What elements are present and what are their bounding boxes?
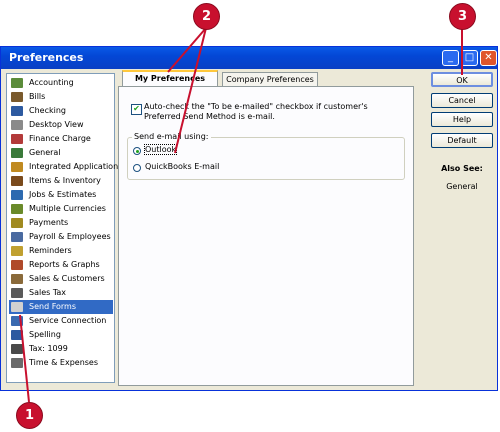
reports-graphs-icon — [11, 260, 23, 270]
checking-icon — [11, 106, 23, 116]
send-forms-icon — [11, 302, 23, 312]
payroll-icon — [11, 232, 23, 242]
reminders-icon — [11, 246, 23, 256]
sales-customers-icon — [11, 274, 23, 284]
sidebar-item-multiple-currencies[interactable]: Multiple Currencies — [9, 202, 113, 216]
outlook-radio[interactable] — [133, 147, 141, 155]
sidebar-item-reports-graphs[interactable]: Reports & Graphs — [9, 258, 113, 272]
sidebar-item-payments[interactable]: Payments — [9, 216, 113, 230]
preferences-category-list[interactable]: Accounting Bills Checking Desktop View F… — [6, 73, 122, 383]
service-connection-icon — [11, 316, 23, 326]
callout-3: 3 — [449, 3, 476, 30]
callout-2: 2 — [193, 3, 220, 30]
maximize-button[interactable]: □ — [461, 50, 478, 66]
desktop-view-icon — [11, 120, 23, 130]
sidebar-item-accounting[interactable]: Accounting — [9, 76, 113, 90]
window-title: Preferences — [9, 51, 84, 64]
title-bar: Preferences _ □ ✕ — [1, 47, 497, 69]
tab-my-preferences[interactable]: My Preferences — [122, 70, 218, 86]
also-see-general-link[interactable]: General — [431, 182, 493, 191]
quickbooks-email-label[interactable]: QuickBooks E-mail — [145, 162, 219, 171]
ok-button[interactable]: OK — [431, 72, 493, 87]
quickbooks-email-radio[interactable] — [133, 164, 141, 172]
cancel-button[interactable]: Cancel — [431, 93, 493, 108]
sidebar-item-checking[interactable]: Checking — [9, 104, 113, 118]
tax-1099-icon — [11, 344, 23, 354]
spelling-icon — [11, 330, 23, 340]
outlook-label[interactable]: Outlook — [143, 144, 178, 155]
preferences-window: Preferences _ □ ✕ Accounting Bills Check… — [0, 46, 498, 391]
close-button[interactable]: ✕ — [480, 50, 497, 66]
sidebar-item-desktop-view[interactable]: Desktop View — [9, 118, 113, 132]
bills-icon — [11, 92, 23, 102]
payments-icon — [11, 218, 23, 228]
time-expenses-icon — [11, 358, 23, 368]
sidebar-item-integrated-applications[interactable]: Integrated Applications — [9, 160, 122, 174]
also-see-heading: Also See: — [441, 164, 483, 173]
sidebar-item-finance-charge[interactable]: Finance Charge — [9, 132, 113, 146]
tab-company-preferences[interactable]: Company Preferences — [222, 72, 318, 86]
sidebar-item-general[interactable]: General — [9, 146, 113, 160]
send-email-using-title: Send e-mail using: — [132, 132, 211, 141]
sidebar-item-reminders[interactable]: Reminders — [9, 244, 113, 258]
auto-check-emailed-checkbox[interactable]: ✔ — [131, 104, 142, 115]
multiple-currencies-icon — [11, 204, 23, 214]
help-button[interactable]: Help — [431, 112, 493, 127]
general-icon — [11, 148, 23, 158]
accounting-icon — [11, 78, 23, 88]
callout-1: 1 — [16, 402, 43, 429]
sidebar-item-service-connection[interactable]: Service Connection — [9, 314, 113, 328]
sidebar-item-time-expenses[interactable]: Time & Expenses — [9, 356, 113, 370]
sidebar-item-payroll-employees[interactable]: Payroll & Employees — [9, 230, 113, 244]
sidebar-item-spelling[interactable]: Spelling — [9, 328, 113, 342]
jobs-estimates-icon — [11, 190, 23, 200]
sidebar-item-tax-1099[interactable]: Tax: 1099 — [9, 342, 113, 356]
integrated-apps-icon — [11, 162, 23, 172]
send-email-using-group: Send e-mail using: Outlook QuickBooks E-… — [127, 132, 405, 180]
my-preferences-panel: ✔ Auto-check the "To be e-mailed" checkb… — [118, 86, 414, 386]
sidebar-item-send-forms[interactable]: Send Forms — [9, 300, 113, 314]
sidebar-item-bills[interactable]: Bills — [9, 90, 113, 104]
auto-check-emailed-label: Auto-check the "To be e-mailed" checkbox… — [144, 102, 368, 121]
sidebar-item-sales-tax[interactable]: Sales Tax — [9, 286, 113, 300]
default-button[interactable]: Default — [431, 133, 493, 148]
items-inventory-icon — [11, 176, 23, 186]
finance-charge-icon — [11, 134, 23, 144]
sales-tax-icon — [11, 288, 23, 298]
preferences-tabs: My Preferences Company Preferences ✔ Aut… — [118, 69, 416, 387]
sidebar-item-items-inventory[interactable]: Items & Inventory — [9, 174, 113, 188]
minimize-button[interactable]: _ — [442, 50, 459, 66]
sidebar-item-sales-customers[interactable]: Sales & Customers — [9, 272, 113, 286]
sidebar-item-jobs-estimates[interactable]: Jobs & Estimates — [9, 188, 113, 202]
